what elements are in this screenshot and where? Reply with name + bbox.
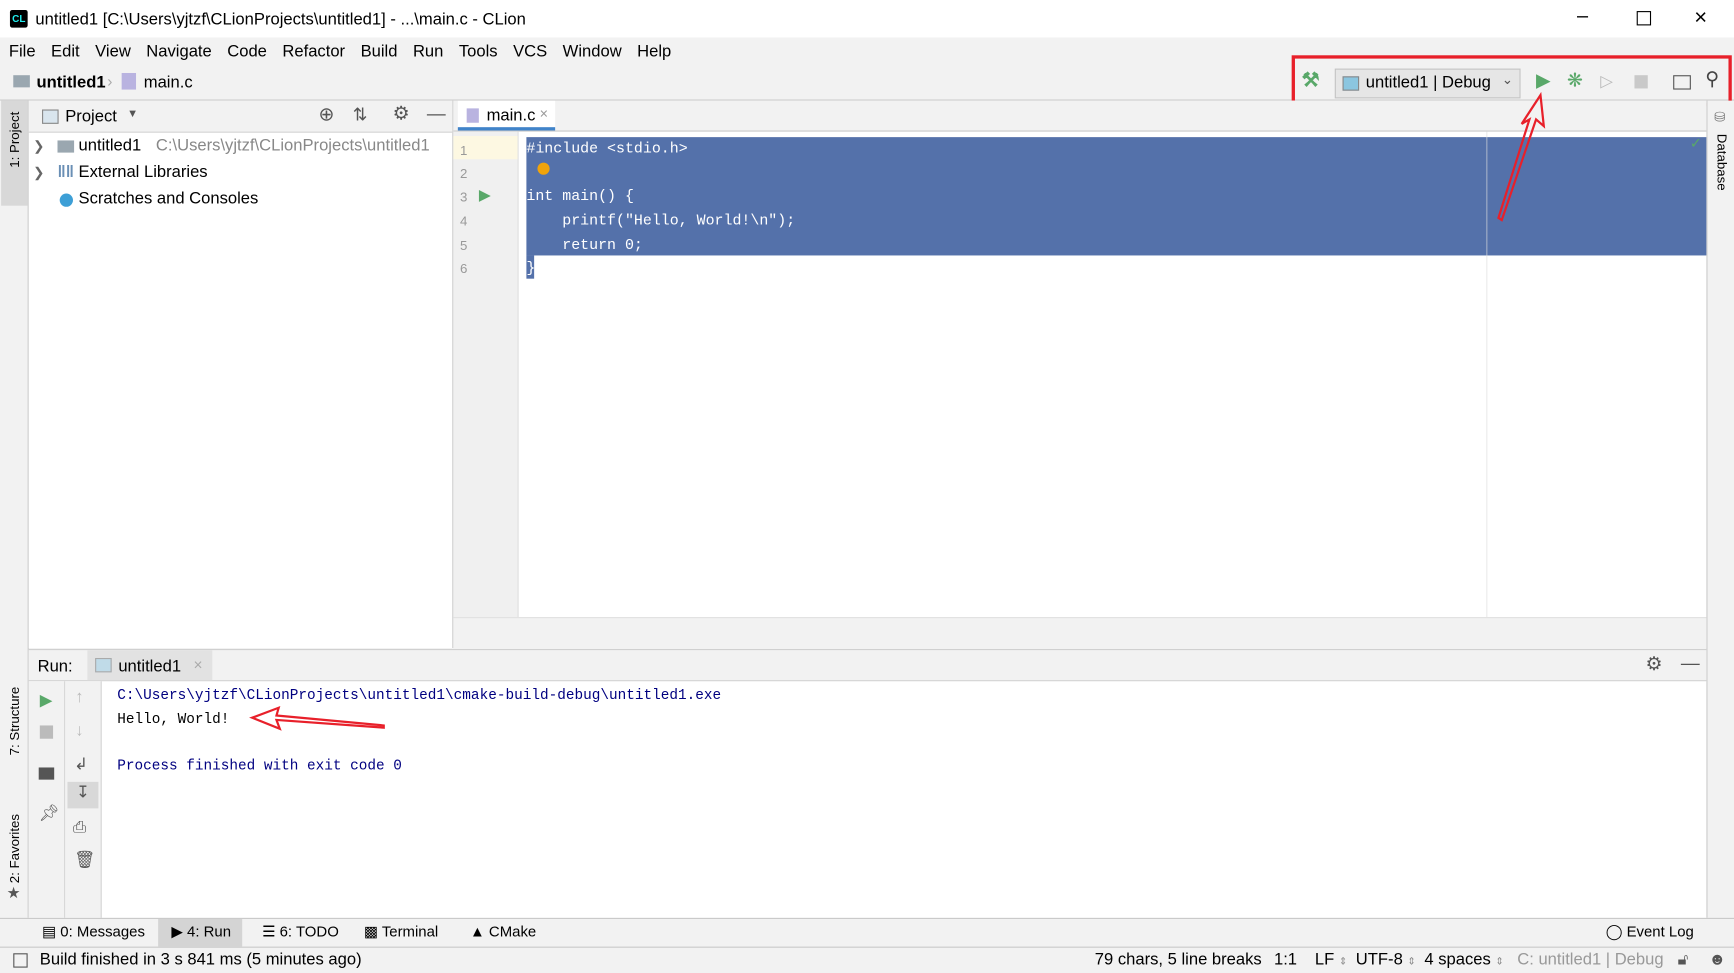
toggle-tool-windows-icon[interactable] bbox=[13, 953, 28, 968]
tab-cmake[interactable]: ▲ CMake bbox=[470, 923, 536, 940]
tab-label: CMake bbox=[488, 923, 537, 940]
encoding-label: UTF-8 bbox=[1355, 949, 1403, 969]
status-resolve-context[interactable]: C: untitled1 | Debug bbox=[1517, 950, 1663, 969]
inspector-icon[interactable]: ☻ bbox=[1709, 950, 1726, 969]
arrow-to-run-button bbox=[1497, 91, 1546, 222]
tab-todo[interactable]: ☰ 6: TODO bbox=[262, 923, 339, 941]
event-log-button[interactable]: ◯ Event Log bbox=[1606, 923, 1694, 941]
event-log-label: Event Log bbox=[1626, 923, 1694, 940]
status-message: Build finished in 3 s 841 ms (5 minutes … bbox=[39, 949, 362, 969]
status-caret-position[interactable]: 1:1 bbox=[1274, 950, 1297, 969]
status-bar: Build finished in 3 s 841 ms (5 minutes … bbox=[0, 946, 1734, 973]
line-sep-label: LF bbox=[1314, 949, 1335, 969]
arrow-to-output bbox=[249, 705, 385, 731]
tab-messages[interactable]: ▤ 0: Messages bbox=[42, 923, 145, 941]
tab-label: 0: Messages bbox=[60, 923, 145, 940]
tab-label: 6: TODO bbox=[279, 923, 339, 940]
tab-label: 4: Run bbox=[187, 923, 232, 940]
indent-label: 4 spaces bbox=[1424, 949, 1491, 969]
bottom-tool-tabs: ▤ 0: Messages ▶ 4: Run ☰ 6: TODO ▩ Termi… bbox=[0, 917, 1734, 948]
tab-label: Terminal bbox=[381, 923, 439, 940]
tab-run[interactable]: ▶ 4: Run bbox=[158, 918, 243, 947]
status-encoding[interactable]: UTF-8 ⇕ bbox=[1356, 950, 1416, 969]
status-chars: 79 chars, 5 line breaks bbox=[1094, 949, 1262, 969]
status-line-separator[interactable]: LF ⇕ bbox=[1315, 950, 1347, 969]
annotation-arrows bbox=[249, 91, 1546, 731]
lock-icon[interactable]: 🔓︎ bbox=[1678, 950, 1689, 969]
tab-terminal[interactable]: ▩ Terminal bbox=[364, 923, 438, 941]
status-indent[interactable]: 4 spaces ⇕ bbox=[1424, 950, 1503, 969]
